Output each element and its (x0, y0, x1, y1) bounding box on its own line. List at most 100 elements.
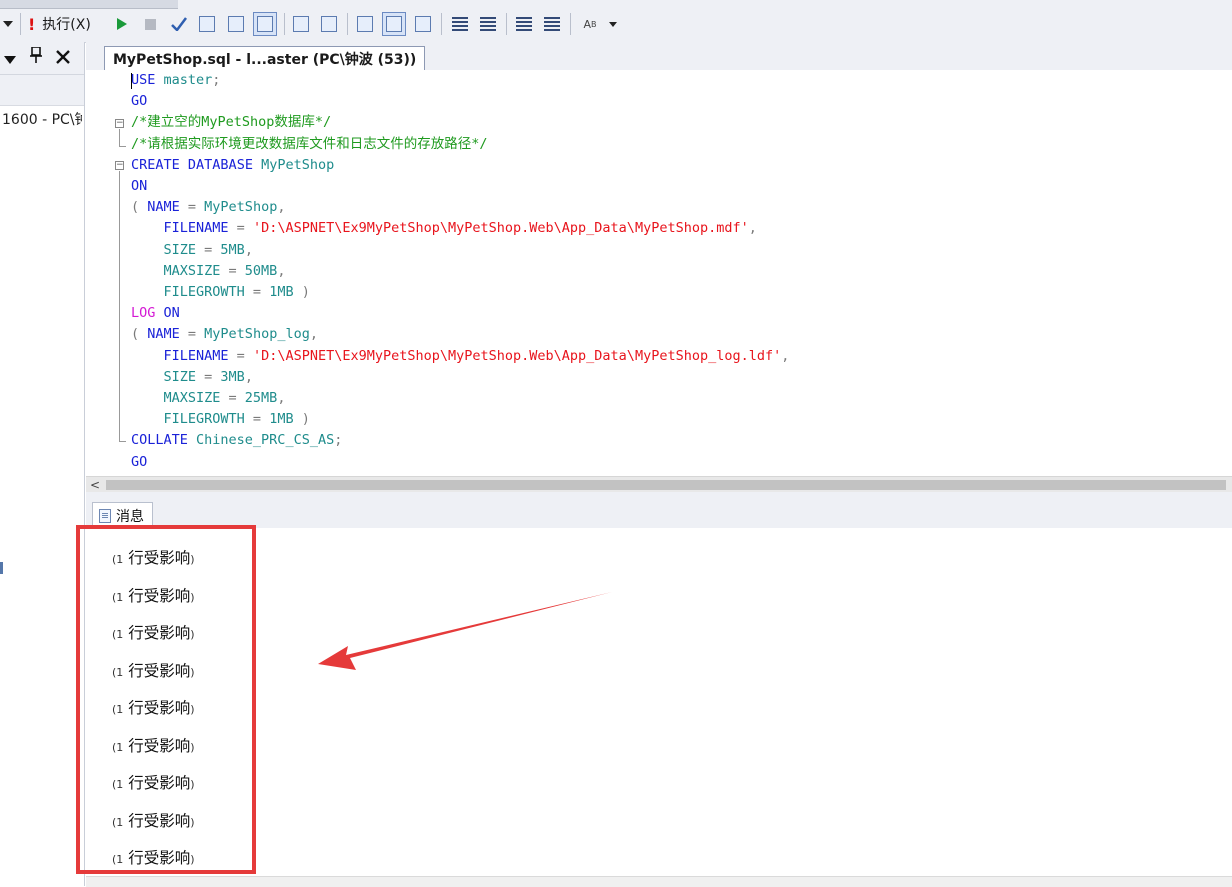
code-token: = (228, 220, 253, 237)
pin-icon[interactable] (30, 45, 42, 68)
collapse-comment-icon[interactable]: − (115, 119, 124, 128)
code-token: master (155, 72, 213, 88)
text-caret (131, 73, 132, 89)
display-plan-icon[interactable] (318, 12, 340, 36)
code-token: FILENAME (131, 220, 229, 237)
code-line: ( NAME = MyPetShop_log, (131, 324, 318, 345)
object-explorer-header (0, 42, 84, 75)
code-line: GO (131, 91, 147, 112)
query-options-icon[interactable] (196, 12, 218, 36)
code-token: 50MB (244, 262, 278, 279)
code-token: ( (131, 326, 148, 343)
code-token: 'D:\ASPNET\Ex9MyPetShop\MyPetShop.Web\Ap… (252, 347, 782, 364)
toolbar-overflow-icon[interactable] (606, 12, 620, 36)
code-token: ; (334, 432, 343, 449)
code-token: COLLATE (131, 432, 188, 449)
execute-label: 执行(X) (42, 17, 91, 33)
actual-plan-icon[interactable] (382, 12, 406, 36)
editor-gutter: − − (86, 70, 130, 476)
server-node[interactable]: 1600 - PC\钟 (2, 109, 82, 129)
code-token: = (220, 390, 245, 406)
increase-indent-icon[interactable] (542, 12, 562, 36)
code-token: MyPetShop_log (204, 326, 310, 343)
code-token: LOG (131, 305, 156, 322)
code-line: MAXSIZE = 50MB, (131, 261, 286, 282)
code-token: MyPetShop (252, 156, 335, 173)
uncomment-icon[interactable] (478, 12, 498, 36)
code-token: MAXSIZE (131, 390, 221, 406)
code-line: FILENAME = 'D:\ASPNET\Ex9MyPetShop\MyPet… (131, 346, 790, 367)
code-token: ON (131, 178, 148, 194)
code-token: FILENAME (131, 347, 229, 364)
messages-icon (99, 508, 111, 523)
code-line: FILENAME = 'D:\ASPNET\Ex9MyPetShop\MyPet… (131, 218, 757, 239)
code-token: = (244, 411, 270, 428)
editor-horizontal-scrollbar[interactable]: < (86, 476, 1232, 493)
code-token: SIZE (131, 368, 197, 385)
code-token: /*请根据实际环境更改数据库文件和日志文件的存放路径*/ (131, 135, 488, 152)
code-line: FILEGROWTH = 1MB ) (131, 409, 310, 430)
decrease-indent-icon[interactable] (514, 12, 534, 36)
specify-template-values-icon[interactable]: AB (578, 12, 602, 36)
code-token: = (244, 284, 270, 300)
fold-end (119, 441, 126, 442)
code-token: GO (131, 453, 148, 470)
stop-icon[interactable] (142, 12, 158, 36)
code-token: /*建立空的MyPetShop数据库*/ (131, 114, 332, 131)
code-token: ) (293, 284, 310, 300)
dropdown-arrow-icon[interactable] (2, 12, 14, 36)
code-line: GO (131, 452, 147, 473)
code-token: 1MB (269, 411, 294, 428)
comment-icon[interactable] (450, 12, 470, 36)
play-icon[interactable] (114, 12, 130, 36)
query-document-tab-title: MyPetShop.sql - l...aster (PC\钟波 (53)) (113, 52, 417, 68)
code-token: MyPetShop (204, 199, 278, 216)
toolbar-separator (570, 13, 571, 35)
include-plan-icon[interactable] (290, 12, 312, 36)
fold-end (119, 146, 126, 147)
editor-tab-strip: MyPetShop.sql - l...aster (PC\钟波 (53)) (86, 42, 1232, 71)
sql-code-editor[interactable]: − − USE master; GO /*建立空的MyPetShop数据库*/ /*请… (86, 70, 1232, 476)
code-token: , (781, 347, 790, 364)
code-token: USE (131, 72, 156, 88)
object-explorer-panel: 1600 - PC\钟 (0, 42, 85, 886)
code-token: 'D:\ASPNET\Ex9MyPetShop\MyPetShop.Web\Ap… (252, 220, 749, 237)
fold-line (119, 171, 120, 441)
query-document-tab[interactable]: MyPetShop.sql - l...aster (PC\钟波 (53)) (104, 46, 426, 71)
query-toolbar: ! 执行(X) AB (0, 0, 1232, 43)
collapse-create-icon[interactable]: − (115, 161, 124, 170)
code-line: USE master; (131, 70, 220, 91)
code-token: , (277, 199, 286, 216)
close-icon[interactable] (56, 45, 70, 69)
code-line: LOG ON (131, 303, 180, 324)
code-token: , (748, 220, 757, 237)
execute-button[interactable]: ! 执行(X) (28, 12, 128, 36)
code-token: NAME (147, 326, 180, 343)
code-line: SIZE = 3MB, (131, 367, 253, 388)
code-token: ON (163, 305, 180, 322)
code-line: MAXSIZE = 25MB, (131, 388, 286, 409)
results-to-grid-icon[interactable] (253, 12, 277, 36)
dropdown-icon[interactable] (4, 45, 16, 69)
pane-splitter[interactable] (86, 492, 1232, 502)
code-line: /*请根据实际环境更改数据库文件和日志文件的存放路径*/ (131, 134, 488, 155)
code-token: = (228, 347, 253, 364)
toolbar-separator (347, 13, 348, 35)
code-token: ) (293, 411, 310, 428)
scrollbar-thumb[interactable] (106, 480, 1226, 490)
parse-check-icon[interactable] (168, 12, 190, 36)
sqlcmd-mode-icon[interactable] (412, 12, 434, 36)
code-line: FILEGROWTH = 1MB ) (131, 282, 310, 303)
execute-icon: ! (28, 14, 36, 34)
scroll-left-icon[interactable]: < (90, 477, 100, 493)
client-stats-icon[interactable] (354, 12, 376, 36)
code-token: FILEGROWTH (131, 284, 245, 300)
results-to-text-icon[interactable] (225, 12, 247, 36)
code-line: ( NAME = MyPetShop, (131, 197, 285, 218)
messages-horizontal-scrollbar[interactable] (86, 876, 1232, 887)
toolbar-separator (506, 13, 507, 35)
tree-item-marker (0, 562, 3, 574)
messages-tab-label: 消息 (116, 508, 144, 525)
